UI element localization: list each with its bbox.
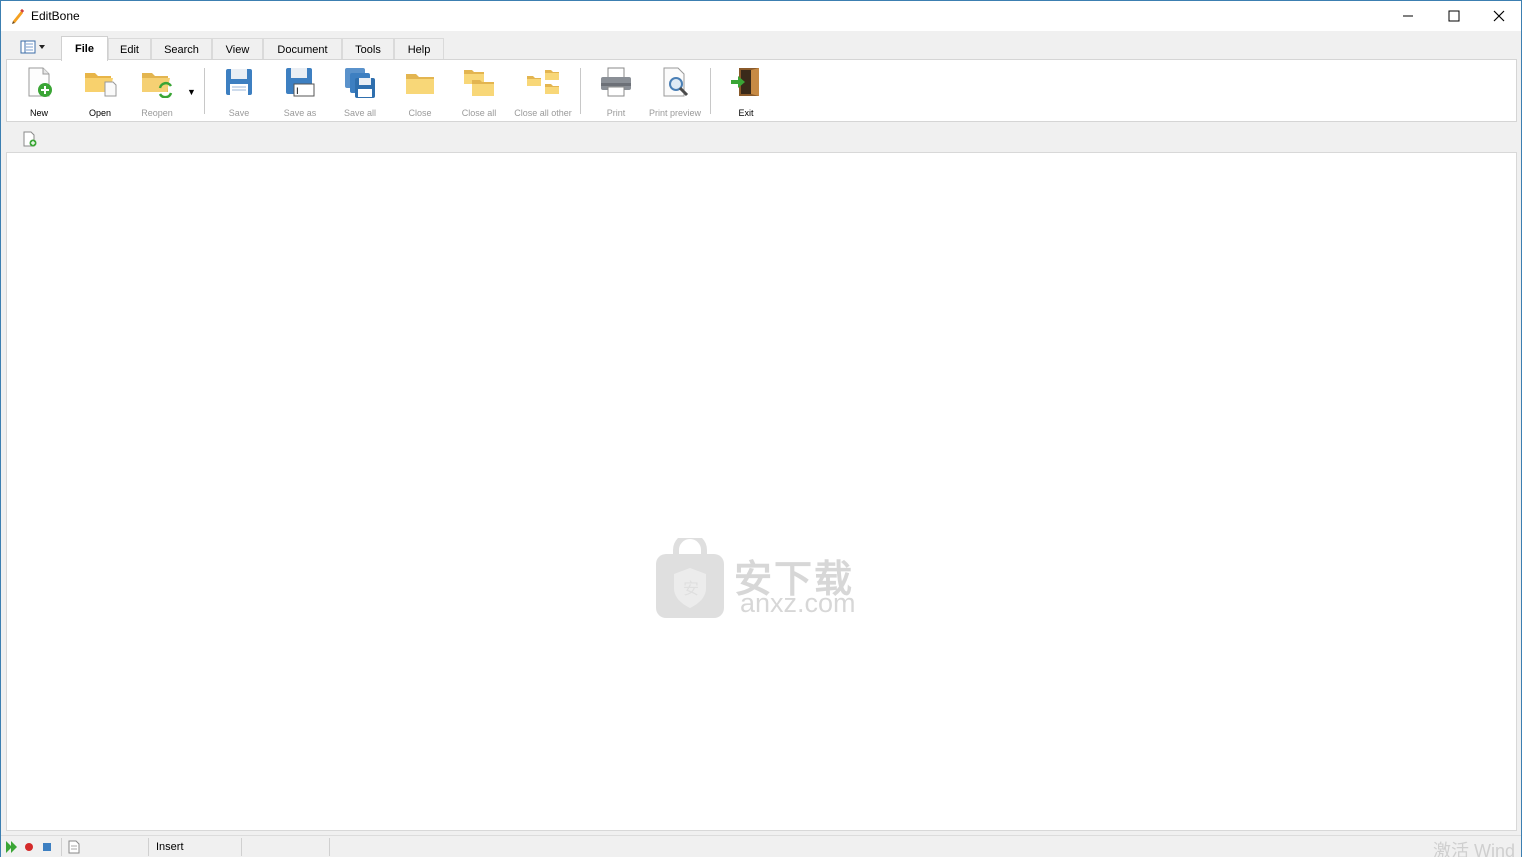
printer-icon	[601, 67, 631, 97]
reopen-button[interactable]: Reopen	[135, 64, 179, 120]
ribbon-separator	[204, 68, 205, 114]
quick-access-menu-button[interactable]	[15, 37, 55, 57]
print-preview-button[interactable]: Print preview	[647, 64, 703, 120]
status-separator	[61, 838, 62, 856]
save-button[interactable]: Save	[219, 64, 259, 120]
tab-file[interactable]: File	[61, 36, 108, 61]
shield-bag-icon: 安	[656, 538, 724, 618]
close-icon	[1493, 10, 1505, 22]
document-tab-strip	[6, 122, 1517, 152]
tab-help[interactable]: Help	[394, 38, 444, 60]
document-icon	[68, 840, 80, 854]
window-title: EditBone	[31, 9, 80, 23]
tab-document[interactable]: Document	[263, 38, 342, 60]
close-all-button[interactable]: Close all	[459, 64, 499, 120]
watermark-domain: anxz.com	[740, 588, 856, 618]
print-preview-icon	[663, 67, 689, 97]
tab-edit[interactable]: Edit	[108, 38, 151, 60]
new-file-icon	[28, 67, 52, 97]
macro-stop-button[interactable]	[42, 836, 52, 857]
ribbon-separator	[580, 68, 581, 114]
tab-tools[interactable]: Tools	[342, 38, 394, 60]
play-icon	[6, 841, 17, 853]
pencil-app-icon	[12, 8, 25, 24]
close-all-icon	[464, 70, 494, 96]
save-as-icon: I	[286, 68, 315, 97]
open-button[interactable]: Open	[81, 64, 119, 120]
print-button[interactable]: Print	[596, 64, 636, 120]
ribbon-tab-row: File Edit Search View Document Tools Hel…	[1, 31, 1521, 61]
close-button-ribbon[interactable]: Close	[400, 64, 440, 120]
insert-mode-indicator[interactable]: Insert	[156, 836, 184, 857]
reopen-icon	[142, 73, 173, 98]
window-layout-icon	[20, 40, 45, 54]
chevron-down-icon	[39, 45, 45, 49]
new-button[interactable]: New	[20, 64, 58, 120]
save-as-button[interactable]: I Save as	[280, 64, 320, 120]
app-window: EditBone File Edit Search View Document	[0, 0, 1522, 857]
watermark: 安 安下载 anxz.com	[654, 538, 879, 626]
svg-text:安: 安	[683, 579, 699, 598]
open-folder-icon	[85, 73, 117, 97]
maximize-button[interactable]	[1431, 1, 1477, 31]
status-separator	[241, 838, 242, 856]
close-all-other-button[interactable]: Close all other	[513, 64, 573, 120]
macro-record-button[interactable]	[24, 836, 34, 857]
record-icon	[25, 843, 33, 851]
close-folder-icon	[406, 74, 434, 94]
save-all-button[interactable]: Save all	[340, 64, 380, 120]
editor-area[interactable]: 安 安下载 anxz.com	[6, 152, 1517, 831]
status-separator	[329, 838, 330, 856]
title-bar[interactable]: EditBone	[1, 1, 1521, 31]
close-all-other-icon	[527, 70, 559, 94]
windows-activation-watermark: 激活 Wind	[1433, 841, 1516, 857]
new-document-icon[interactable]	[22, 131, 38, 147]
exit-door-icon	[731, 68, 759, 96]
minimize-button[interactable]	[1385, 1, 1431, 31]
svg-text:I: I	[296, 87, 299, 97]
ribbon-file-panel: New Open Reopen ▼ Save I Save as Save al…	[6, 59, 1517, 122]
ribbon-separator	[710, 68, 711, 114]
exit-button[interactable]: Exit	[726, 64, 766, 120]
status-bar: Insert	[1, 835, 1521, 857]
tab-view[interactable]: View	[212, 38, 263, 60]
document-info-button[interactable]	[67, 836, 81, 857]
maximize-icon	[1448, 10, 1460, 22]
save-icon	[226, 69, 252, 95]
status-separator	[148, 838, 149, 856]
minimize-icon	[1403, 15, 1413, 17]
reopen-dropdown-arrow[interactable]: ▼	[187, 87, 196, 97]
tab-search[interactable]: Search	[151, 38, 212, 60]
stop-icon	[43, 843, 51, 851]
macro-play-button[interactable]	[5, 836, 19, 857]
close-button[interactable]	[1476, 1, 1522, 31]
save-all-icon	[345, 68, 375, 98]
